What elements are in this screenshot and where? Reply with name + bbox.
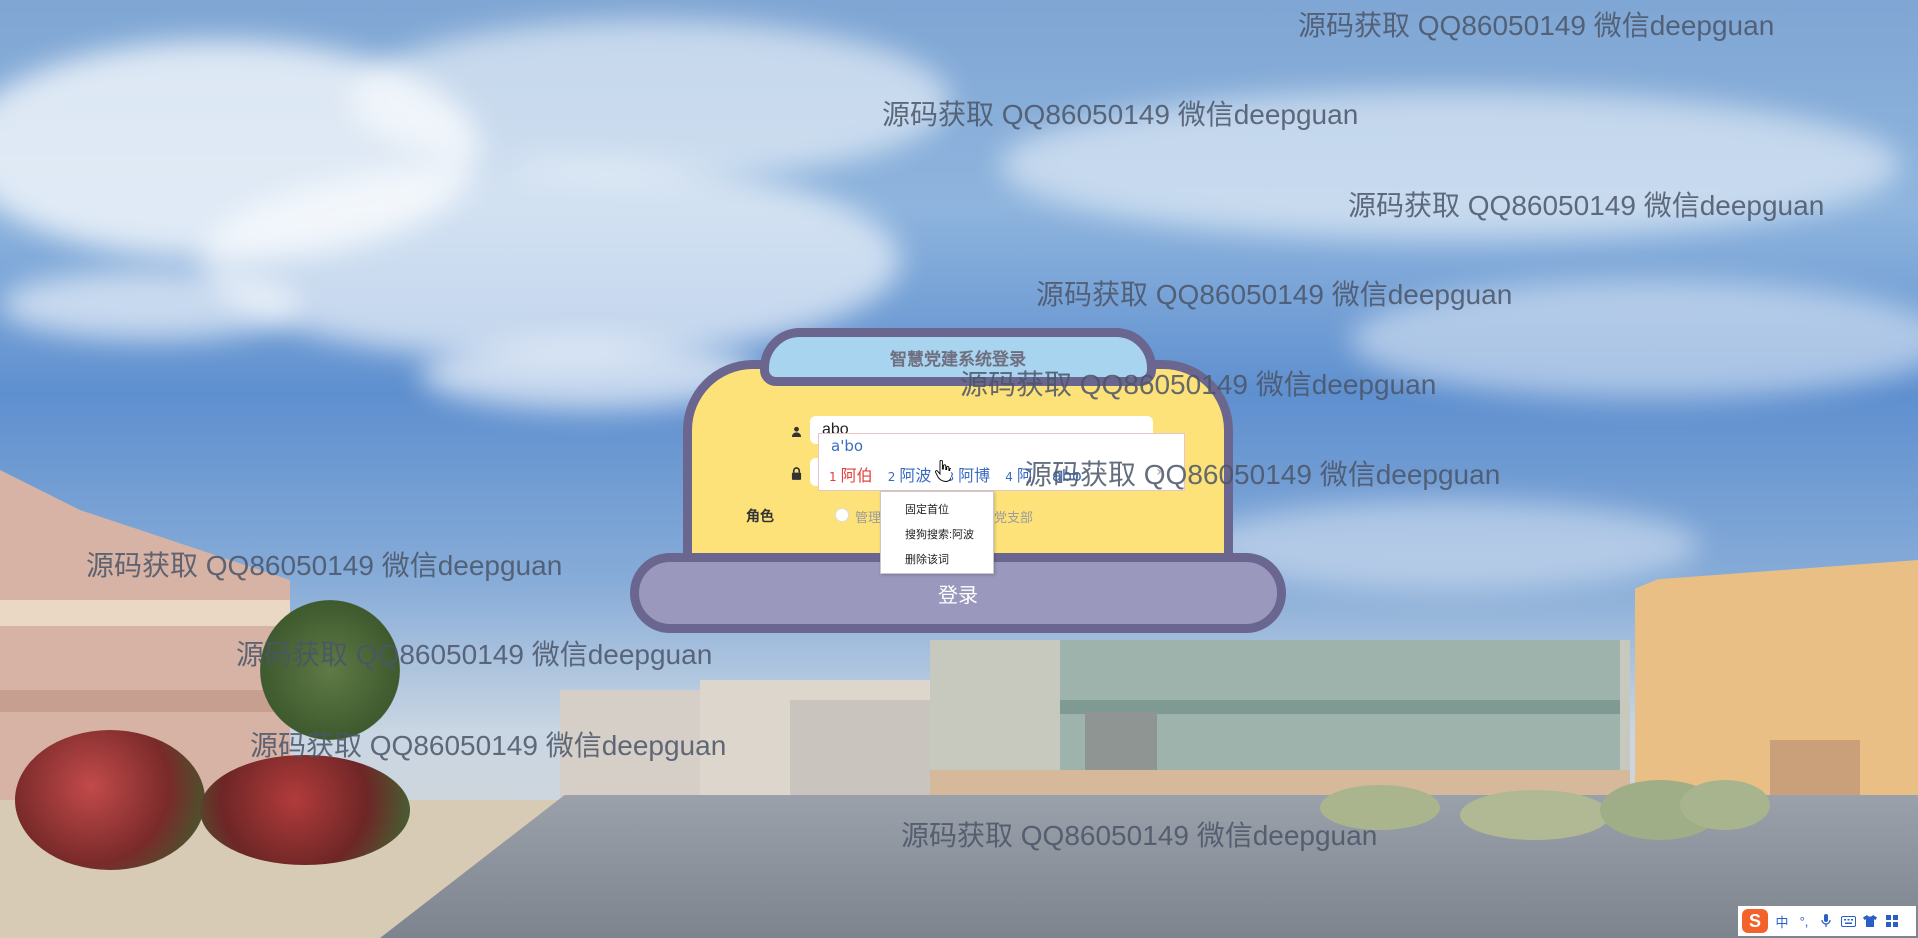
ime-composition: a'bo: [831, 437, 864, 455]
ime-candidate[interactable]: 2 阿波: [888, 466, 932, 485]
watermark-text: 源码获取 QQ86050149 微信deepguan: [1298, 10, 1775, 41]
watermark-text: 源码获取 QQ86050149 微信deepguan: [960, 369, 1437, 400]
watermark-text: 源码获取 QQ86050149 微信deepguan: [1348, 190, 1825, 221]
shirt-icon[interactable]: [1862, 913, 1878, 929]
mic-icon[interactable]: [1818, 913, 1834, 929]
ime-candidate[interactable]: 1 阿伯: [829, 466, 873, 485]
grid-icon[interactable]: [1884, 913, 1900, 929]
ime-toolbar: S 中 °,: [1738, 906, 1916, 936]
ctx-menu-item-search[interactable]: 搜狗搜索:阿波: [905, 526, 974, 542]
role-option-branch[interactable]: 党支部: [994, 507, 1033, 526]
watermark-text: 源码获取 QQ86050149 微信deepguan: [236, 639, 713, 670]
login-button-label: 登录: [938, 584, 978, 607]
role-radio-admin[interactable]: [835, 508, 849, 522]
watermark-text: 源码获取 QQ86050149 微信deepguan: [86, 550, 563, 581]
hand-cursor-icon: [935, 459, 953, 482]
watermark-text: 源码获取 QQ86050149 微信deepguan: [250, 730, 727, 761]
watermark-text: 源码获取 QQ86050149 微信deepguan: [1036, 279, 1513, 310]
watermark-text: 源码获取 QQ86050149 微信deepguan: [882, 99, 1359, 130]
ime-context-menu: 固定首位 搜狗搜索:阿波 删除该词: [880, 491, 994, 574]
watermark-text: 源码获取 QQ86050149 微信deepguan: [901, 820, 1378, 851]
watermark-text: 源码获取 QQ86050149 微信deepguan: [1024, 459, 1501, 490]
ctx-menu-item-pin[interactable]: 固定首位: [905, 501, 949, 517]
sogou-logo-icon[interactable]: S: [1742, 909, 1768, 933]
keyboard-icon[interactable]: [1840, 913, 1856, 929]
ime-candidate[interactable]: 3阿博: [947, 466, 991, 485]
role-label: 角色: [746, 508, 774, 524]
chinese-mode-toggle[interactable]: 中: [1774, 913, 1790, 930]
user-icon: [791, 425, 802, 440]
punctuation-toggle[interactable]: °,: [1796, 913, 1812, 929]
lock-icon: [791, 467, 802, 483]
ctx-menu-item-delete[interactable]: 删除该词: [905, 551, 949, 567]
